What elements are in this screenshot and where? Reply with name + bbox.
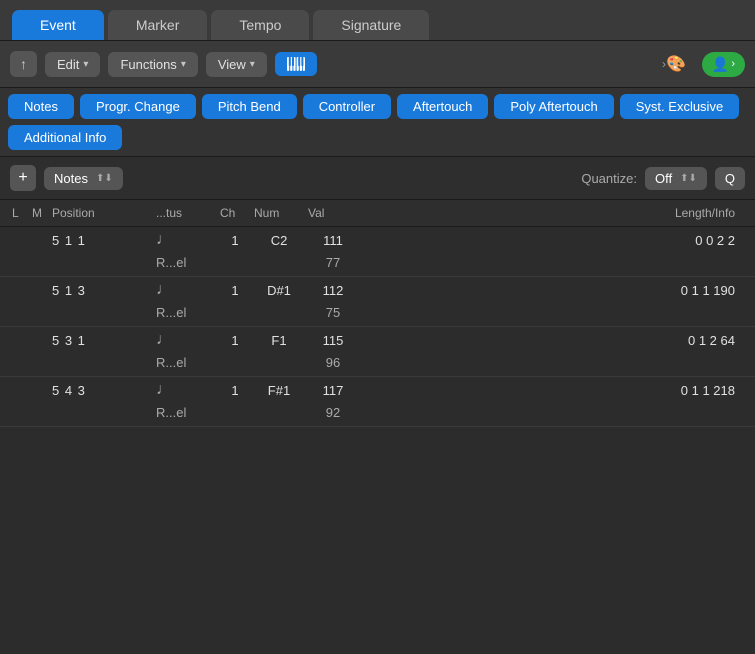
view-label: View — [218, 57, 246, 72]
event-num-1: D#1 — [254, 283, 304, 298]
col-ch: Ch — [220, 206, 250, 220]
add-event-button[interactable]: + — [10, 165, 36, 191]
chevron-right-icon2: › — [731, 58, 735, 70]
filter-controller[interactable]: Controller — [303, 94, 391, 119]
palette-icon: 🎨 — [666, 54, 686, 74]
event-row-sub-2: R...el 96 — [0, 353, 755, 376]
edit-button[interactable]: Edit ▾ — [45, 52, 100, 77]
event-position-1: 5 1 3 — [52, 283, 152, 298]
event-ch-1: 1 — [220, 283, 250, 298]
event-sub-2: R...el — [156, 355, 216, 370]
event-ch-0: 1 — [220, 233, 250, 248]
status-icon-3: ♩ — [156, 381, 216, 399]
status-icon-0: ♩ — [156, 231, 216, 249]
event-group-0: 5 1 1 ♩ 1 C2 111 0 0 2 2 R...el 77 — [0, 227, 755, 277]
filter-syst-exclusive[interactable]: Syst. Exclusive — [620, 94, 739, 119]
event-list: 5 1 1 ♩ 1 C2 111 0 0 2 2 R...el 77 5 1 3 — [0, 227, 755, 654]
event-group-1: 5 1 3 ♩ 1 D#1 112 0 1 1 190 R...el 75 — [0, 277, 755, 327]
event-position-0: 5 1 1 — [52, 233, 152, 248]
event-num-2: F1 — [254, 333, 304, 348]
event-position-2: 5 3 1 — [52, 333, 152, 348]
palette-button[interactable]: › 🎨 — [654, 49, 694, 79]
col-m: M — [32, 206, 48, 220]
filter-row: Notes Progr. Change Pitch Bend Controlle… — [0, 88, 755, 157]
col-num: Num — [254, 206, 304, 220]
tab-bar: Event Marker Tempo Signature — [0, 0, 755, 41]
toolbar: ↑ Edit ▾ Functions ▾ View ▾ — [0, 41, 755, 88]
table-row[interactable]: 5 1 1 ♩ 1 C2 111 0 0 2 2 — [0, 227, 755, 253]
col-position: Position — [52, 206, 152, 220]
event-group-2: 5 3 1 ♩ 1 F1 115 0 1 2 64 R...el 96 — [0, 327, 755, 377]
view-button[interactable]: View ▾ — [206, 52, 267, 77]
functions-caret: ▾ — [181, 59, 186, 70]
event-subval-3: 92 — [308, 405, 358, 420]
view-caret: ▾ — [250, 59, 255, 70]
functions-label: Functions — [120, 57, 176, 72]
tab-signature[interactable]: Signature — [313, 10, 429, 40]
col-length: Length/Info — [362, 206, 743, 220]
tab-tempo[interactable]: Tempo — [211, 10, 309, 40]
status-icon-2: ♩ — [156, 331, 216, 349]
event-val-1: 112 — [308, 283, 358, 298]
piano-icon-button[interactable] — [275, 52, 317, 76]
event-val-0: 111 — [308, 233, 358, 248]
tab-event[interactable]: Event — [12, 10, 104, 40]
filter-additional-info[interactable]: Additional Info — [8, 125, 122, 150]
tab-marker[interactable]: Marker — [108, 10, 208, 40]
person-button[interactable]: 👤 › — [702, 52, 745, 77]
event-sub-1: R...el — [156, 305, 216, 320]
event-subval-2: 96 — [308, 355, 358, 370]
table-row[interactable]: 5 3 1 ♩ 1 F1 115 0 1 2 64 — [0, 327, 755, 353]
app-container: Event Marker Tempo Signature ↑ Edit ▾ Fu… — [0, 0, 755, 654]
quantize-value: Off — [655, 171, 672, 186]
event-sub-3: R...el — [156, 405, 216, 420]
quantize-arrows: ⬆⬇ — [680, 173, 697, 184]
quantize-selector[interactable]: Off ⬆⬇ — [645, 167, 707, 190]
filter-notes[interactable]: Notes — [8, 94, 74, 119]
col-status: ...tus — [156, 206, 216, 220]
event-group-3: 5 4 3 ♩ 1 F#1 117 0 1 1 218 R...el 92 — [0, 377, 755, 427]
type-selector[interactable]: Notes ⬆⬇ — [44, 167, 123, 190]
filter-progr-change[interactable]: Progr. Change — [80, 94, 196, 119]
event-sub-0: R...el — [156, 255, 216, 270]
filter-poly-aftertouch[interactable]: Poly Aftertouch — [494, 94, 613, 119]
quantize-apply-button[interactable]: Q — [715, 167, 745, 190]
type-arrows: ⬆⬇ — [96, 173, 113, 184]
event-num-3: F#1 — [254, 383, 304, 398]
event-len-0: 0 0 2 2 — [362, 233, 743, 248]
event-len-1: 0 1 1 190 — [362, 283, 743, 298]
table-row[interactable]: 5 1 3 ♩ 1 D#1 112 0 1 1 190 — [0, 277, 755, 303]
sort-button[interactable]: ↑ — [10, 51, 37, 77]
event-len-3: 0 1 1 218 — [362, 383, 743, 398]
event-val-2: 115 — [308, 333, 358, 348]
table-row[interactable]: 5 4 3 ♩ 1 F#1 117 0 1 1 218 — [0, 377, 755, 403]
filter-aftertouch[interactable]: Aftertouch — [397, 94, 488, 119]
col-val: Val — [308, 206, 358, 220]
event-position-3: 5 4 3 — [52, 383, 152, 398]
quantize-label: Quantize: — [581, 171, 637, 186]
event-len-2: 0 1 2 64 — [362, 333, 743, 348]
edit-label: Edit — [57, 57, 79, 72]
event-row-sub-1: R...el 75 — [0, 303, 755, 326]
event-subval-1: 75 — [308, 305, 358, 320]
event-ch-2: 1 — [220, 333, 250, 348]
person-icon: 👤 — [712, 56, 729, 73]
event-row-sub-3: R...el 92 — [0, 403, 755, 426]
event-row-sub-0: R...el 77 — [0, 253, 755, 276]
event-num-0: C2 — [254, 233, 304, 248]
filter-pitch-bend[interactable]: Pitch Bend — [202, 94, 297, 119]
event-subval-0: 77 — [308, 255, 358, 270]
event-list-header: + Notes ⬆⬇ Quantize: Off ⬆⬇ Q — [0, 157, 755, 200]
type-label: Notes — [54, 171, 88, 186]
col-l: L — [12, 206, 28, 220]
event-val-3: 117 — [308, 383, 358, 398]
edit-caret: ▾ — [83, 59, 88, 70]
event-ch-3: 1 — [220, 383, 250, 398]
status-icon-1: ♩ — [156, 281, 216, 299]
functions-button[interactable]: Functions ▾ — [108, 52, 197, 77]
column-headers: L M Position ...tus Ch Num Val Length/In… — [0, 200, 755, 227]
